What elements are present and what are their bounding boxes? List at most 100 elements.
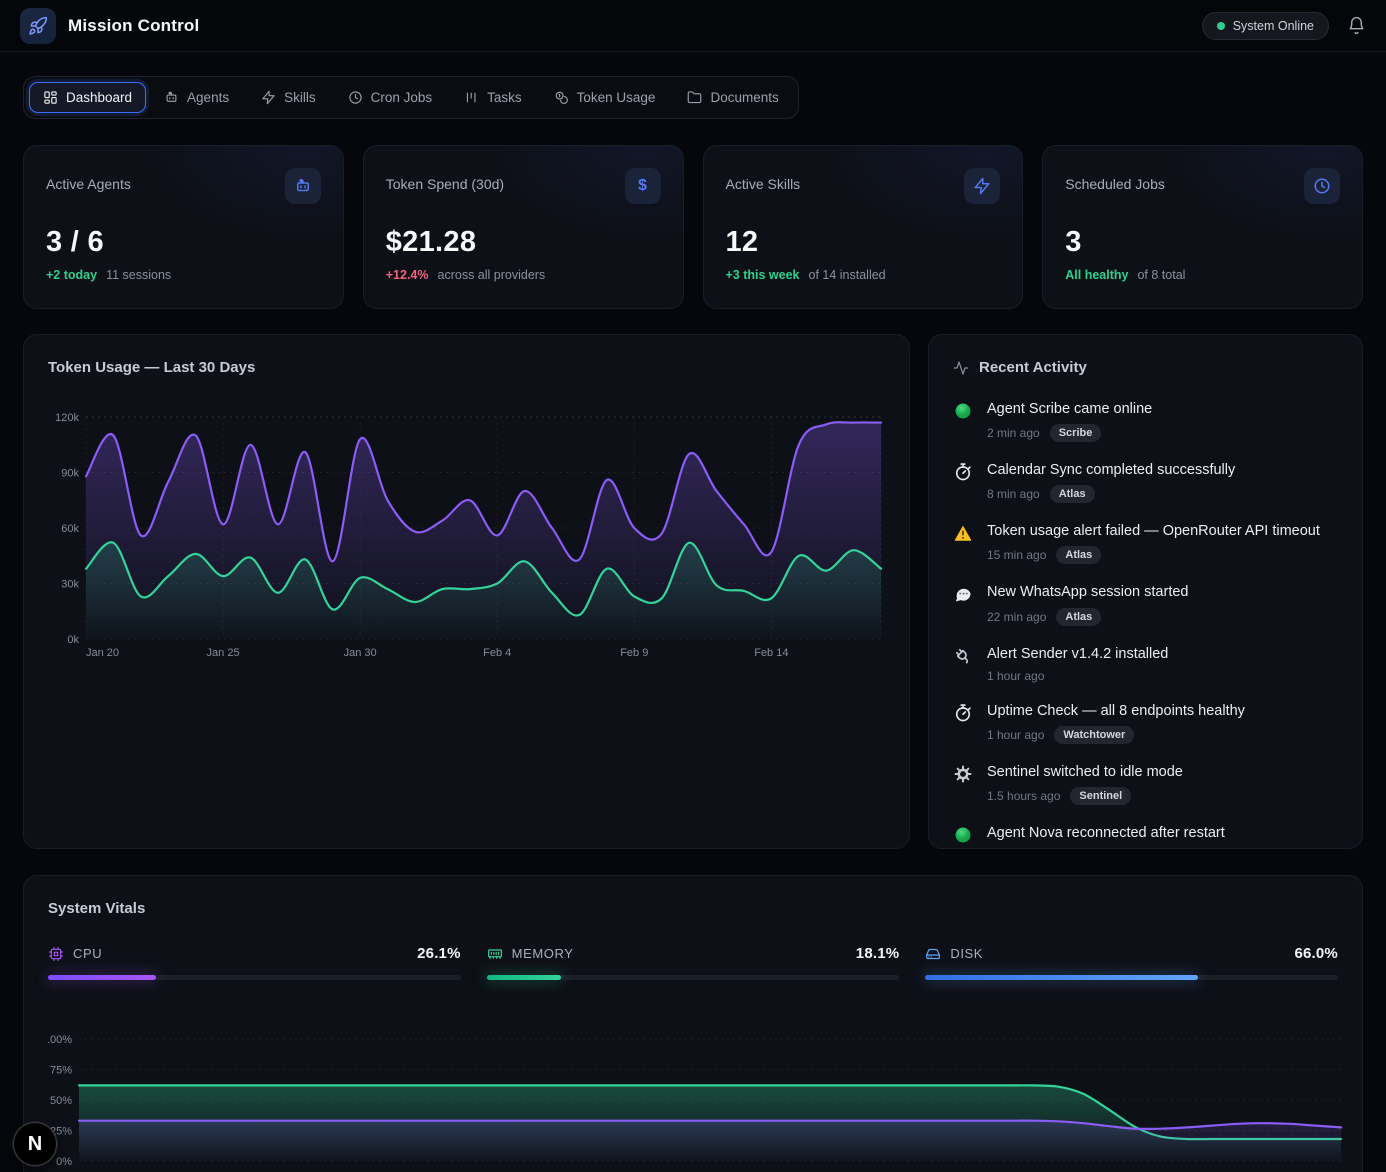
activity-title: Recent Activity [979,359,1087,376]
meter-icon-wrap [48,945,64,962]
activity-item-icon [953,523,973,543]
meter-track [48,975,461,980]
stat-note: across all providers [438,268,546,282]
green-dot-icon [953,401,973,421]
recent-activity-panel: Recent Activity Agent Scribe came online… [928,334,1363,849]
activity-item-title: Agent Nova reconnected after restart [987,824,1225,842]
activity-item-time: 2 min ago [987,426,1040,440]
tab-dashboard[interactable]: Dashboard [29,82,146,113]
stat-note: 11 sessions [106,268,171,282]
meter-fill [487,975,562,980]
stat-delta: All healthy [1065,268,1128,282]
activity-item-icon [953,401,973,421]
activity-item-time: 1 hour ago [987,669,1044,683]
meter-track [487,975,900,980]
meter-fill [48,975,156,980]
meter-label: CPU [73,946,102,961]
tab-documents[interactable]: Documents [673,82,792,113]
bolt-icon [261,90,276,105]
tab-label: Documents [710,90,778,105]
memory-icon [487,946,503,962]
stat-icon-chip: $ [625,168,661,204]
activity-item: Calendar Sync completed successfully 8 m… [953,461,1338,503]
activity-item: New WhatsApp session started 22 min ago … [953,583,1338,625]
svg-text:50%: 50% [50,1095,72,1107]
clock-icon [1313,177,1331,195]
svg-text:60k: 60k [61,523,79,535]
meter-disk: DISK 66.0% [925,945,1338,980]
tab-label: Agents [187,90,229,105]
page-title: Mission Control [68,16,199,36]
activity-item-time: 8 min ago [987,487,1040,501]
activity-item-title: Alert Sender v1.4.2 installed [987,645,1168,663]
system-status-label: System Online [1233,19,1314,33]
svg-text:0k: 0k [67,634,79,646]
meter-cpu: CPU 26.1% [48,945,461,980]
svg-text:120k: 120k [55,412,79,424]
system-status-badge: System Online [1202,12,1329,40]
bolt-icon [973,177,991,195]
activity-item-badge: Sentinel [1070,787,1131,805]
gear-icon [953,764,973,784]
dollar-icon: $ [638,177,647,195]
svg-text:30k: 30k [61,579,79,591]
svg-text:90k: 90k [61,468,79,480]
notifications-button[interactable] [1347,16,1366,35]
activity-item-time: 1 hour ago [987,728,1044,742]
tab-skills[interactable]: Skills [247,82,330,113]
bell-icon [1347,16,1366,35]
stat-delta: +12.4% [386,268,429,282]
topbar: Mission Control System Online [0,0,1386,52]
tab-label: Cron Jobs [371,90,433,105]
folder-icon [687,90,702,105]
svg-text:75%: 75% [50,1065,72,1077]
svg-text:100%: 100% [48,1034,72,1046]
activity-item-title: Token usage alert failed — OpenRouter AP… [987,522,1320,540]
tab-tasks[interactable]: Tasks [450,82,536,113]
stopwatch-icon [953,703,973,723]
cpu-icon [48,946,64,962]
activity-item-badge: Watchtower [1054,726,1134,744]
activity-item-badge: Atlas [1056,608,1101,626]
meter-track [925,975,1338,980]
activity-item-time: 15 min ago [987,548,1046,562]
stat-icon-chip [285,168,321,204]
stat-note: of 8 total [1137,268,1185,282]
meter-label: DISK [950,946,983,961]
stat-icon-chip [1304,168,1340,204]
stats-row: Active Agents 3 / 6 +2 today 11 sessions… [0,119,1386,309]
tab-agents[interactable]: Agents [150,82,243,113]
activity-item-icon [953,584,973,604]
clock-icon [348,90,363,105]
stat-card-scheduled-jobs: Scheduled Jobs 3 All healthy of 8 total [1042,145,1363,309]
activity-item-title: Uptime Check — all 8 endpoints healthy [987,702,1245,720]
vitals-history-chart: 0%25%50%75%100% [48,1028,1363,1172]
tab-token-usage[interactable]: Token Usage [540,82,670,113]
activity-list: Agent Scribe came online 2 min ago Scrib… [953,400,1338,849]
robot-icon [294,177,312,195]
activity-item-badge: Atlas [1056,546,1101,564]
nextjs-dev-indicator[interactable]: N [13,1122,57,1166]
dashboard-icon [43,90,58,105]
activity-item-icon [953,462,973,482]
activity-item-icon [953,703,973,723]
plug-icon [953,646,973,666]
app-logo [20,8,56,44]
meter-icon-wrap [925,945,941,962]
stat-delta: +2 today [46,268,97,282]
stat-icon-chip [964,168,1000,204]
stat-value: 12 [726,226,1001,259]
stat-card-token-spend-30d-: Token Spend (30d) $ $21.28 +12.4% across… [363,145,684,309]
stat-value: 3 [1065,226,1340,259]
activity-item: Agent Scribe came online 2 min ago Scrib… [953,400,1338,442]
online-dot-icon [1217,22,1225,30]
stat-note: of 14 installed [809,268,886,282]
svg-text:Jan 25: Jan 25 [207,647,240,659]
activity-item: Alert Sender v1.4.2 installed 1 hour ago [953,645,1338,683]
activity-item-badge: Atlas [1050,485,1095,503]
svg-text:Feb 4: Feb 4 [483,647,511,659]
activity-item-time: 22 min ago [987,610,1046,624]
activity-item: Token usage alert failed — OpenRouter AP… [953,522,1338,564]
token-chart-title: Token Usage — Last 30 Days [48,359,885,376]
tab-cron-jobs[interactable]: Cron Jobs [334,82,447,113]
